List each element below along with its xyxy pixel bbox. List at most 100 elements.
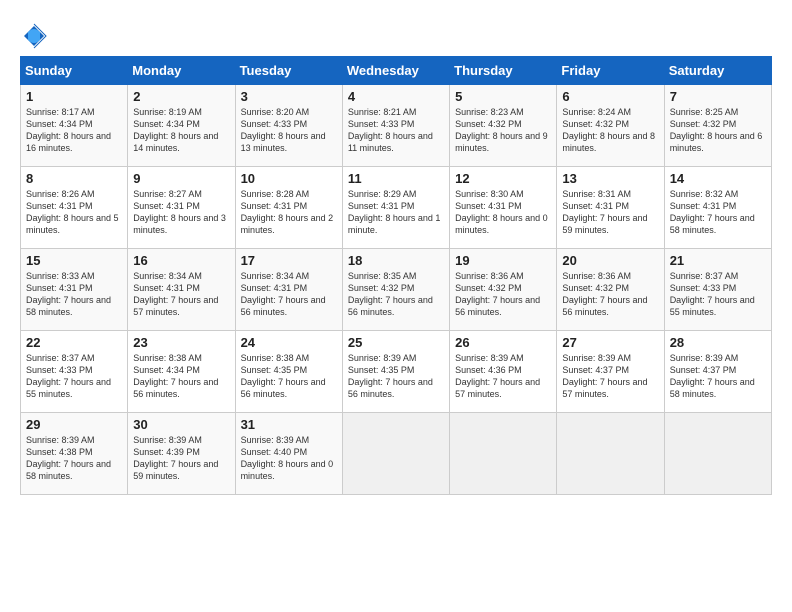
cell-text: Sunrise: 8:37 AMSunset: 4:33 PMDaylight:… [670,271,755,317]
cell-text: Sunrise: 8:26 AMSunset: 4:31 PMDaylight:… [26,189,119,235]
cell-text: Sunrise: 8:39 AMSunset: 4:35 PMDaylight:… [348,353,433,399]
logo [20,22,52,50]
calendar-cell: 3 Sunrise: 8:20 AMSunset: 4:33 PMDayligh… [235,85,342,167]
day-number: 31 [241,417,337,432]
cell-text: Sunrise: 8:39 AMSunset: 4:39 PMDaylight:… [133,435,218,481]
calendar-cell: 1 Sunrise: 8:17 AMSunset: 4:34 PMDayligh… [21,85,128,167]
calendar-cell: 15 Sunrise: 8:33 AMSunset: 4:31 PMDaylig… [21,249,128,331]
day-number: 10 [241,171,337,186]
day-number: 13 [562,171,658,186]
day-number: 18 [348,253,444,268]
cell-text: Sunrise: 8:25 AMSunset: 4:32 PMDaylight:… [670,107,763,153]
calendar-cell [450,413,557,495]
cell-text: Sunrise: 8:33 AMSunset: 4:31 PMDaylight:… [26,271,111,317]
header-row: SundayMondayTuesdayWednesdayThursdayFrid… [21,57,772,85]
day-number: 5 [455,89,551,104]
day-number: 14 [670,171,766,186]
week-row-5: 29 Sunrise: 8:39 AMSunset: 4:38 PMDaylig… [21,413,772,495]
calendar-cell: 5 Sunrise: 8:23 AMSunset: 4:32 PMDayligh… [450,85,557,167]
day-number: 28 [670,335,766,350]
day-number: 2 [133,89,229,104]
logo-icon [20,22,48,50]
calendar-cell: 27 Sunrise: 8:39 AMSunset: 4:37 PMDaylig… [557,331,664,413]
week-row-1: 1 Sunrise: 8:17 AMSunset: 4:34 PMDayligh… [21,85,772,167]
cell-text: Sunrise: 8:29 AMSunset: 4:31 PMDaylight:… [348,189,441,235]
cell-text: Sunrise: 8:39 AMSunset: 4:37 PMDaylight:… [562,353,647,399]
cell-text: Sunrise: 8:36 AMSunset: 4:32 PMDaylight:… [562,271,647,317]
cell-text: Sunrise: 8:34 AMSunset: 4:31 PMDaylight:… [241,271,326,317]
calendar-cell: 16 Sunrise: 8:34 AMSunset: 4:31 PMDaylig… [128,249,235,331]
day-number: 23 [133,335,229,350]
cell-text: Sunrise: 8:28 AMSunset: 4:31 PMDaylight:… [241,189,334,235]
calendar-cell: 30 Sunrise: 8:39 AMSunset: 4:39 PMDaylig… [128,413,235,495]
cell-text: Sunrise: 8:24 AMSunset: 4:32 PMDaylight:… [562,107,655,153]
day-number: 24 [241,335,337,350]
cell-text: Sunrise: 8:27 AMSunset: 4:31 PMDaylight:… [133,189,226,235]
cell-text: Sunrise: 8:39 AMSunset: 4:37 PMDaylight:… [670,353,755,399]
calendar-cell: 29 Sunrise: 8:39 AMSunset: 4:38 PMDaylig… [21,413,128,495]
calendar-cell: 22 Sunrise: 8:37 AMSunset: 4:33 PMDaylig… [21,331,128,413]
calendar-cell: 26 Sunrise: 8:39 AMSunset: 4:36 PMDaylig… [450,331,557,413]
header-thursday: Thursday [450,57,557,85]
day-number: 7 [670,89,766,104]
cell-text: Sunrise: 8:39 AMSunset: 4:40 PMDaylight:… [241,435,334,481]
day-number: 29 [26,417,122,432]
calendar-cell [664,413,771,495]
cell-text: Sunrise: 8:36 AMSunset: 4:32 PMDaylight:… [455,271,540,317]
cell-text: Sunrise: 8:23 AMSunset: 4:32 PMDaylight:… [455,107,548,153]
cell-text: Sunrise: 8:38 AMSunset: 4:34 PMDaylight:… [133,353,218,399]
calendar-header: SundayMondayTuesdayWednesdayThursdayFrid… [21,57,772,85]
calendar-cell: 25 Sunrise: 8:39 AMSunset: 4:35 PMDaylig… [342,331,449,413]
calendar-body: 1 Sunrise: 8:17 AMSunset: 4:34 PMDayligh… [21,85,772,495]
header-tuesday: Tuesday [235,57,342,85]
cell-text: Sunrise: 8:37 AMSunset: 4:33 PMDaylight:… [26,353,111,399]
calendar-cell: 20 Sunrise: 8:36 AMSunset: 4:32 PMDaylig… [557,249,664,331]
calendar-cell: 13 Sunrise: 8:31 AMSunset: 4:31 PMDaylig… [557,167,664,249]
calendar-cell: 14 Sunrise: 8:32 AMSunset: 4:31 PMDaylig… [664,167,771,249]
cell-text: Sunrise: 8:20 AMSunset: 4:33 PMDaylight:… [241,107,326,153]
cell-text: Sunrise: 8:38 AMSunset: 4:35 PMDaylight:… [241,353,326,399]
day-number: 27 [562,335,658,350]
calendar-cell: 31 Sunrise: 8:39 AMSunset: 4:40 PMDaylig… [235,413,342,495]
calendar-cell: 12 Sunrise: 8:30 AMSunset: 4:31 PMDaylig… [450,167,557,249]
day-number: 1 [26,89,122,104]
calendar-cell [342,413,449,495]
calendar-cell: 19 Sunrise: 8:36 AMSunset: 4:32 PMDaylig… [450,249,557,331]
calendar-cell: 8 Sunrise: 8:26 AMSunset: 4:31 PMDayligh… [21,167,128,249]
cell-text: Sunrise: 8:21 AMSunset: 4:33 PMDaylight:… [348,107,433,153]
day-number: 15 [26,253,122,268]
calendar-cell: 17 Sunrise: 8:34 AMSunset: 4:31 PMDaylig… [235,249,342,331]
day-number: 30 [133,417,229,432]
header-monday: Monday [128,57,235,85]
day-number: 26 [455,335,551,350]
day-number: 12 [455,171,551,186]
day-number: 19 [455,253,551,268]
day-number: 20 [562,253,658,268]
day-number: 3 [241,89,337,104]
calendar-cell: 6 Sunrise: 8:24 AMSunset: 4:32 PMDayligh… [557,85,664,167]
day-number: 22 [26,335,122,350]
cell-text: Sunrise: 8:32 AMSunset: 4:31 PMDaylight:… [670,189,755,235]
calendar: SundayMondayTuesdayWednesdayThursdayFrid… [20,56,772,495]
day-number: 21 [670,253,766,268]
calendar-cell: 23 Sunrise: 8:38 AMSunset: 4:34 PMDaylig… [128,331,235,413]
calendar-cell: 11 Sunrise: 8:29 AMSunset: 4:31 PMDaylig… [342,167,449,249]
header [20,18,772,50]
calendar-cell: 4 Sunrise: 8:21 AMSunset: 4:33 PMDayligh… [342,85,449,167]
week-row-3: 15 Sunrise: 8:33 AMSunset: 4:31 PMDaylig… [21,249,772,331]
calendar-cell: 21 Sunrise: 8:37 AMSunset: 4:33 PMDaylig… [664,249,771,331]
calendar-cell: 10 Sunrise: 8:28 AMSunset: 4:31 PMDaylig… [235,167,342,249]
cell-text: Sunrise: 8:39 AMSunset: 4:38 PMDaylight:… [26,435,111,481]
header-wednesday: Wednesday [342,57,449,85]
day-number: 4 [348,89,444,104]
day-number: 11 [348,171,444,186]
header-sunday: Sunday [21,57,128,85]
cell-text: Sunrise: 8:35 AMSunset: 4:32 PMDaylight:… [348,271,433,317]
calendar-cell: 28 Sunrise: 8:39 AMSunset: 4:37 PMDaylig… [664,331,771,413]
calendar-cell: 18 Sunrise: 8:35 AMSunset: 4:32 PMDaylig… [342,249,449,331]
calendar-cell: 2 Sunrise: 8:19 AMSunset: 4:34 PMDayligh… [128,85,235,167]
cell-text: Sunrise: 8:39 AMSunset: 4:36 PMDaylight:… [455,353,540,399]
day-number: 17 [241,253,337,268]
header-saturday: Saturday [664,57,771,85]
calendar-cell: 7 Sunrise: 8:25 AMSunset: 4:32 PMDayligh… [664,85,771,167]
